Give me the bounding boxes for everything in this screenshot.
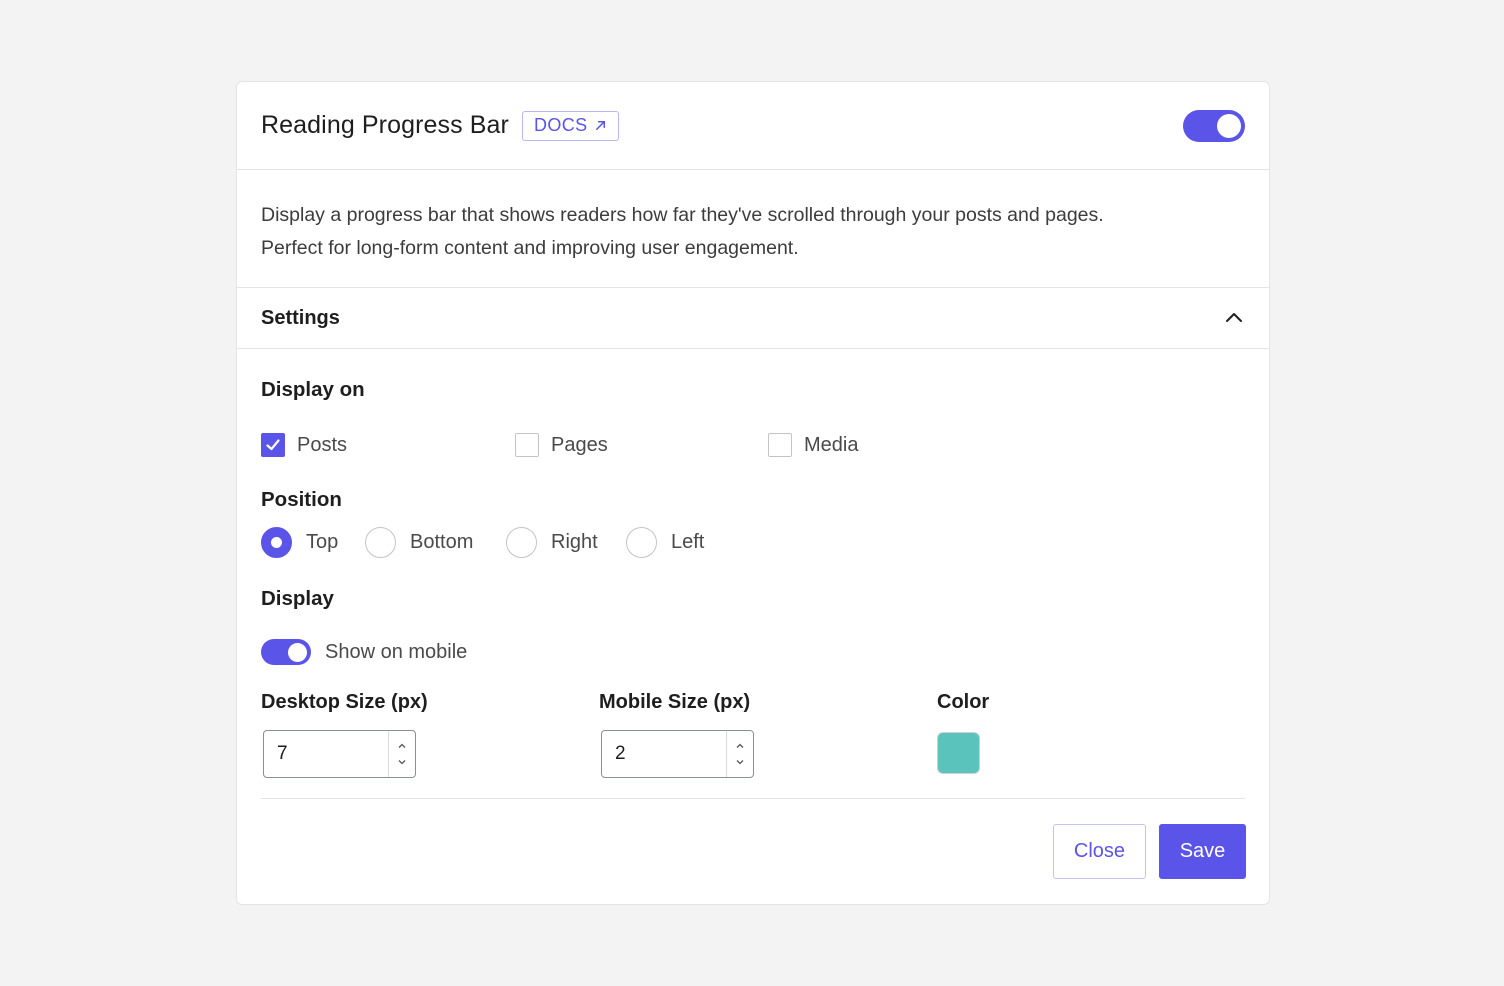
position-label: Position bbox=[261, 488, 342, 511]
media-checkbox[interactable] bbox=[768, 433, 792, 457]
external-link-icon bbox=[595, 121, 605, 130]
desktop-size-label: Desktop Size (px) bbox=[261, 691, 428, 713]
radio-top-item[interactable]: Top bbox=[261, 527, 338, 558]
radio-bottom-item[interactable]: Bottom bbox=[365, 527, 473, 558]
desktop-size-value[interactable]: 7 bbox=[264, 743, 388, 765]
color-label: Color bbox=[937, 691, 990, 713]
show-on-mobile-label: Show on mobile bbox=[325, 640, 468, 663]
checkbox-media-item[interactable]: Media bbox=[768, 433, 858, 457]
radio-right-item[interactable]: Right bbox=[506, 527, 598, 558]
settings-label: Settings bbox=[261, 306, 340, 329]
position-right-radio[interactable] bbox=[506, 527, 537, 558]
docs-link[interactable]: DOCS bbox=[521, 110, 619, 141]
chevron-down-icon[interactable] bbox=[397, 757, 407, 767]
display-on-label: Display on bbox=[261, 378, 365, 401]
bottom-label: Bottom bbox=[410, 531, 474, 553]
left-label: Left bbox=[671, 531, 705, 553]
save-button[interactable]: Save bbox=[1159, 824, 1246, 879]
pages-label: Pages bbox=[551, 433, 608, 456]
position-top-radio[interactable] bbox=[261, 527, 292, 558]
show-on-mobile-toggle[interactable] bbox=[261, 639, 311, 665]
settings-accordion-header[interactable]: Settings bbox=[237, 288, 1269, 349]
position-left-radio[interactable] bbox=[626, 527, 657, 558]
show-on-mobile-row[interactable]: Show on mobile bbox=[261, 639, 467, 665]
top-label: Top bbox=[306, 531, 339, 553]
mobile-size-label: Mobile Size (px) bbox=[599, 691, 751, 713]
checkbox-posts-item[interactable]: Posts bbox=[261, 433, 347, 457]
pages-checkbox[interactable] bbox=[515, 433, 539, 457]
docs-label: DOCS bbox=[533, 115, 588, 135]
card-header: Reading Progress Bar DOCS bbox=[237, 82, 1269, 170]
module-title: Reading Progress Bar bbox=[261, 111, 509, 139]
mobile-size-value[interactable]: 2 bbox=[602, 743, 726, 765]
description-line-2: Perfect for long-form content and improv… bbox=[261, 237, 799, 259]
toggle-knob bbox=[1217, 113, 1241, 138]
desktop-size-input[interactable]: 7 bbox=[263, 730, 416, 778]
posts-label: Posts bbox=[297, 433, 348, 456]
toggle-knob bbox=[288, 642, 307, 662]
posts-checkbox[interactable] bbox=[261, 433, 285, 457]
chevron-up-icon[interactable] bbox=[397, 741, 407, 751]
title-wrap: Reading Progress Bar DOCS bbox=[261, 110, 619, 141]
color-swatch[interactable] bbox=[937, 732, 980, 774]
desktop-size-spinner[interactable] bbox=[388, 731, 415, 777]
close-button[interactable]: Close bbox=[1053, 824, 1146, 879]
module-card: Reading Progress Bar DOCS Display a prog… bbox=[236, 81, 1270, 905]
display-label: Display bbox=[261, 587, 334, 610]
module-enable-toggle[interactable] bbox=[1183, 109, 1245, 142]
right-label: Right bbox=[551, 531, 598, 553]
mobile-size-input[interactable]: 2 bbox=[601, 730, 754, 778]
radio-left-item[interactable]: Left bbox=[626, 527, 704, 558]
checkbox-pages-item[interactable]: Pages bbox=[515, 433, 608, 457]
media-label: Media bbox=[804, 433, 859, 456]
mobile-size-spinner[interactable] bbox=[726, 731, 753, 777]
chevron-down-icon[interactable] bbox=[735, 757, 745, 767]
footer-divider bbox=[261, 798, 1245, 799]
position-bottom-radio[interactable] bbox=[365, 527, 396, 558]
description-line-1: Display a progress bar that shows reader… bbox=[261, 204, 1104, 226]
module-description: Display a progress bar that shows reader… bbox=[237, 170, 1269, 288]
chevron-up-icon[interactable] bbox=[1223, 307, 1245, 329]
chevron-up-icon[interactable] bbox=[735, 741, 745, 751]
checkmark-icon bbox=[266, 439, 280, 451]
